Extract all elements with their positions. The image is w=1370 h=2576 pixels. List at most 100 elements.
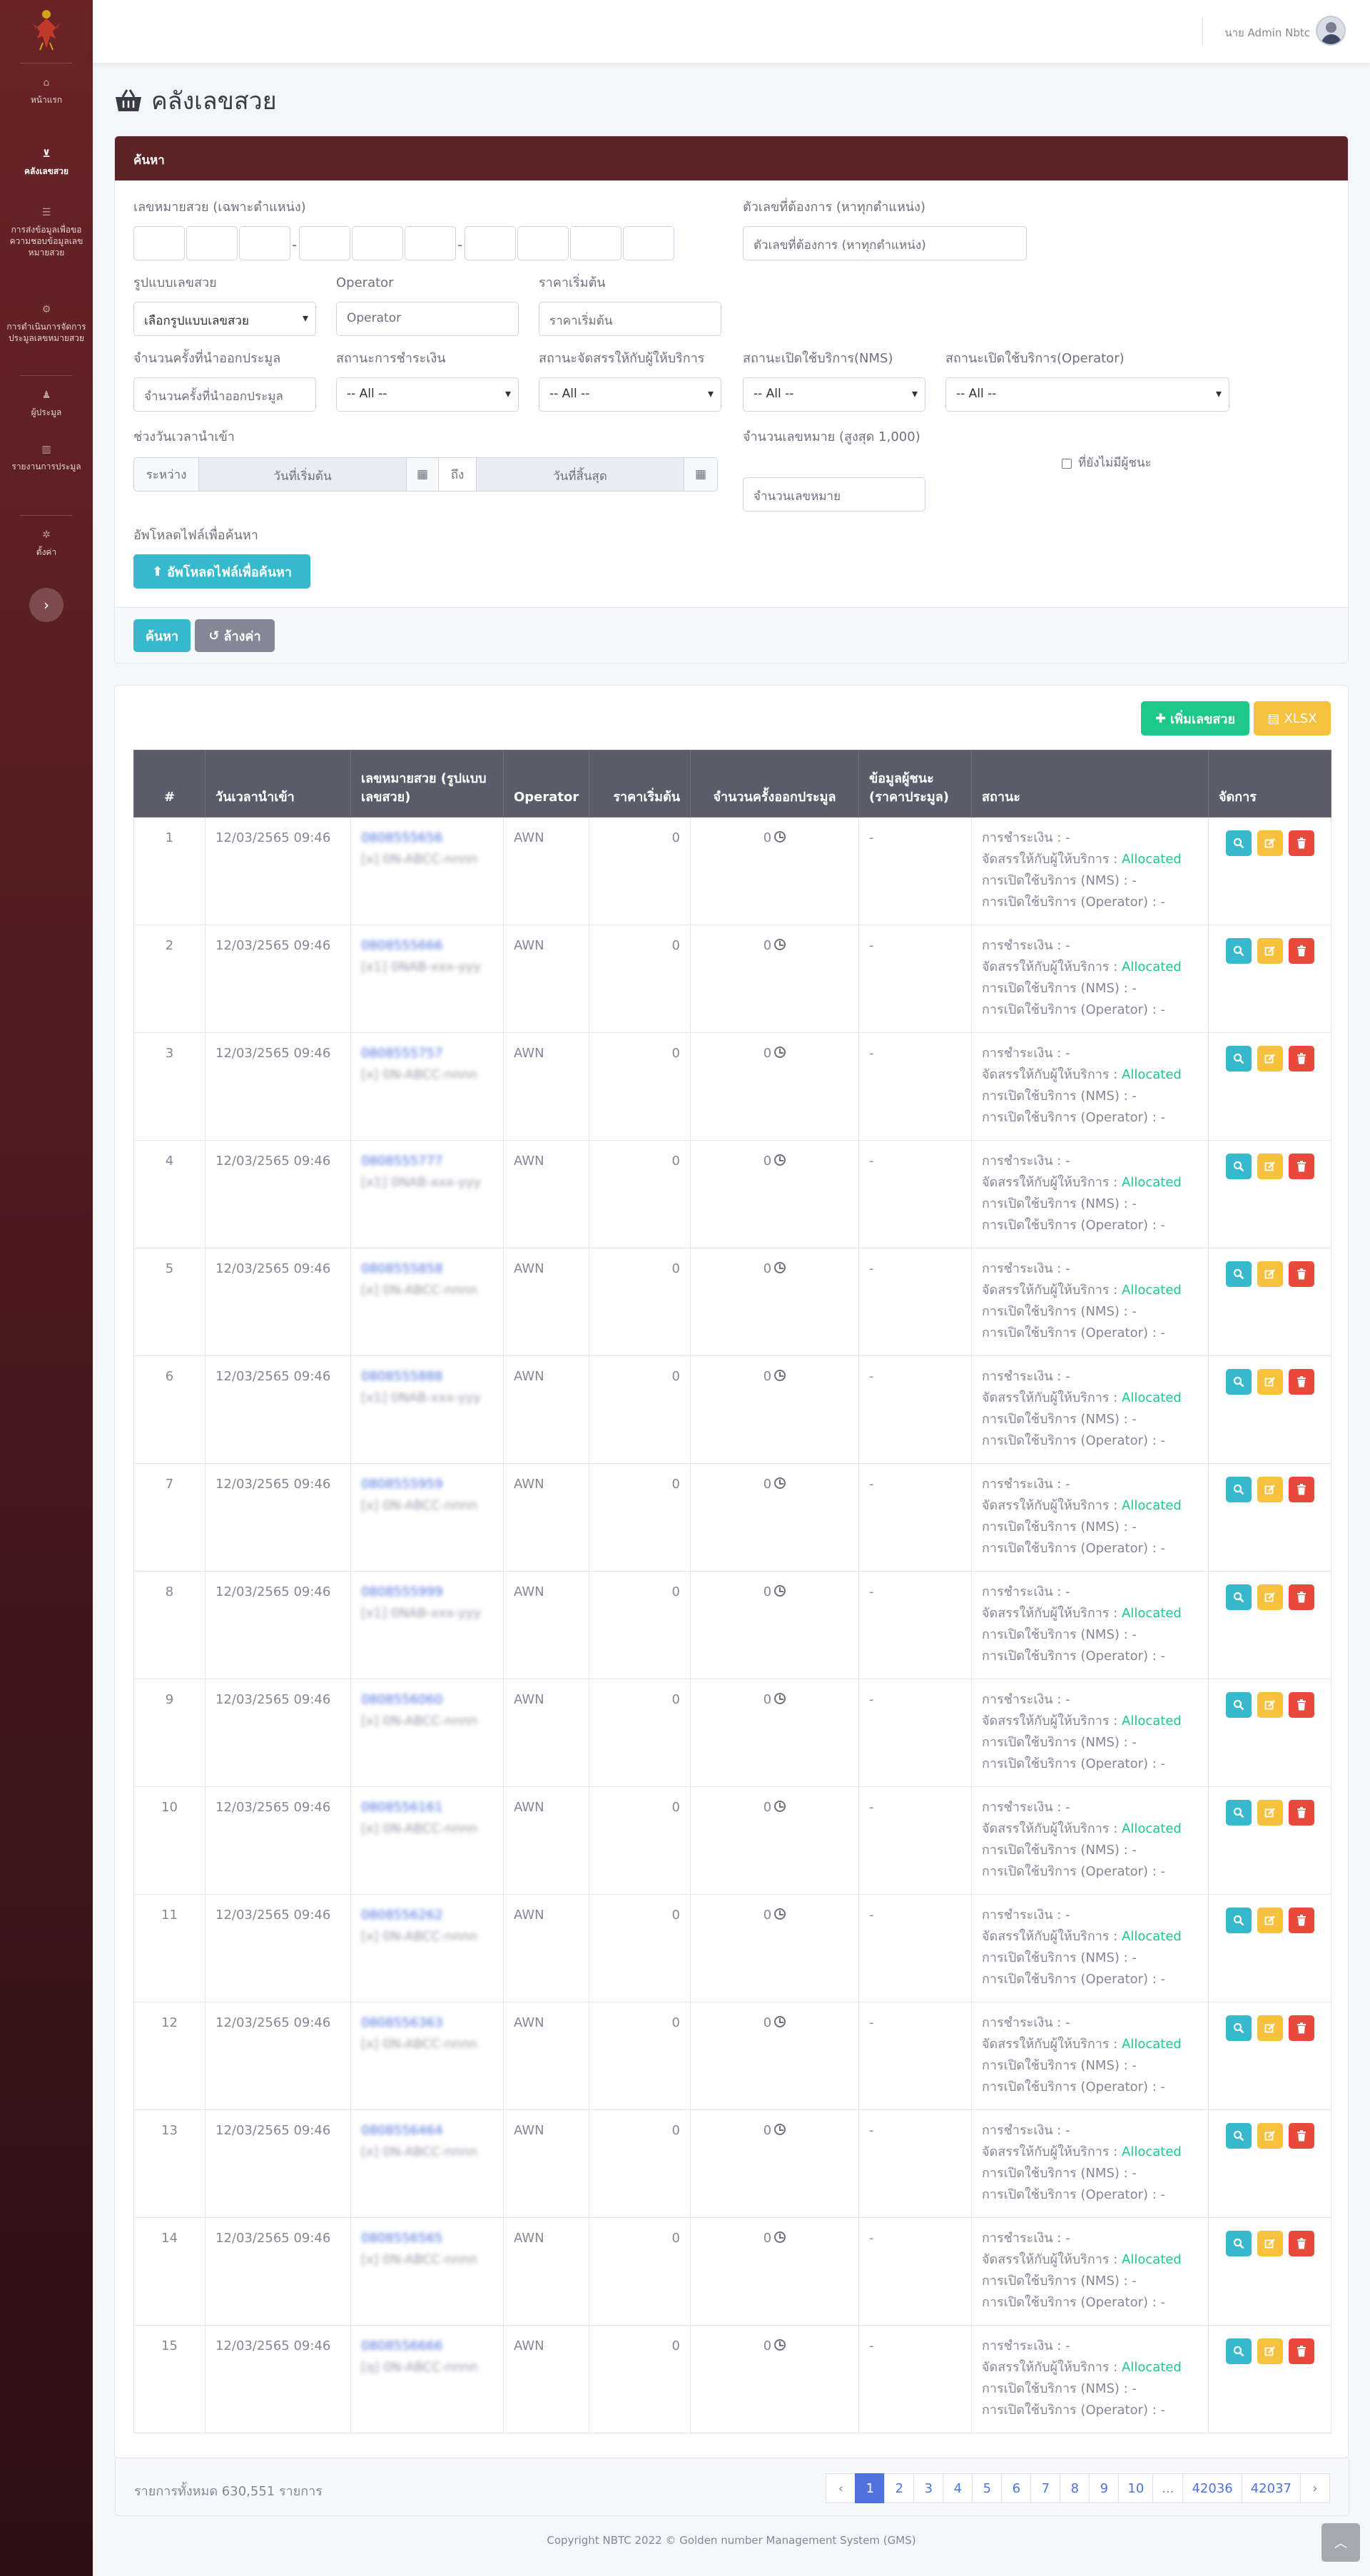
sidebar-item-bidders[interactable]: ♟ ผู้ประมูล bbox=[0, 390, 93, 418]
view-button[interactable] bbox=[1225, 2231, 1252, 2256]
view-button[interactable] bbox=[1225, 1692, 1252, 1718]
number-link[interactable]: 0808556666 bbox=[361, 2336, 493, 2357]
operator-input[interactable]: Operator bbox=[336, 302, 519, 336]
number-link[interactable]: 0808556565 bbox=[361, 2228, 493, 2249]
delete-button[interactable] bbox=[1288, 1692, 1314, 1718]
pagination-page-42037[interactable]: 42037 bbox=[1241, 2473, 1301, 2503]
edit-button[interactable] bbox=[1257, 1369, 1283, 1395]
history-icon[interactable] bbox=[774, 1477, 786, 1489]
quantity-input[interactable]: จำนวนเลขหมาย bbox=[743, 477, 925, 511]
delete-button[interactable] bbox=[1288, 1908, 1314, 1933]
delete-button[interactable] bbox=[1288, 2338, 1314, 2364]
delete-button[interactable] bbox=[1288, 938, 1314, 964]
pagination-page-42036[interactable]: 42036 bbox=[1182, 2473, 1242, 2503]
history-icon[interactable] bbox=[774, 1262, 786, 1273]
sidebar-item-number-bank[interactable]: ⊻ คลังเลขสวย bbox=[0, 148, 93, 177]
number-link[interactable]: 0808555858 bbox=[361, 1258, 493, 1280]
operator-status-select[interactable]: -- All -- bbox=[945, 377, 1229, 412]
number-link[interactable]: 0808556464 bbox=[361, 2120, 493, 2142]
pagination-next[interactable]: › bbox=[1300, 2473, 1330, 2503]
history-icon[interactable] bbox=[774, 1047, 786, 1058]
edit-button[interactable] bbox=[1257, 1261, 1283, 1287]
payment-status-select[interactable]: -- All -- bbox=[336, 377, 519, 412]
number-link[interactable]: 0808556060 bbox=[361, 1689, 493, 1711]
sidebar-item-home[interactable]: ⌂ หน้าแรก bbox=[0, 77, 93, 106]
pagination-page-10[interactable]: 10 bbox=[1118, 2473, 1154, 2503]
header-number[interactable]: เลขหมายสวย (รูปแบบเลขสวย) bbox=[350, 750, 504, 818]
number-link[interactable]: 0808556262 bbox=[361, 1905, 493, 1926]
delete-button[interactable] bbox=[1288, 2231, 1314, 2256]
pagination-page-6[interactable]: 6 bbox=[1001, 2473, 1032, 2503]
digit-input-6[interactable] bbox=[405, 226, 456, 260]
edit-button[interactable] bbox=[1257, 1908, 1283, 1933]
scroll-to-top-button[interactable]: ︿ bbox=[1321, 2523, 1360, 2562]
delete-button[interactable] bbox=[1288, 1477, 1314, 1502]
delete-button[interactable] bbox=[1288, 1154, 1314, 1179]
history-icon[interactable] bbox=[774, 1154, 786, 1166]
header-price[interactable]: ราคาเริ่มต้น bbox=[589, 750, 691, 818]
edit-button[interactable] bbox=[1257, 1692, 1283, 1718]
view-button[interactable] bbox=[1225, 830, 1252, 856]
number-link[interactable]: 0808555959 bbox=[361, 1474, 493, 1495]
history-icon[interactable] bbox=[774, 831, 786, 842]
price-input[interactable]: ราคาเริ่มต้น bbox=[539, 302, 721, 336]
view-button[interactable] bbox=[1225, 1046, 1252, 1071]
delete-button[interactable] bbox=[1288, 1800, 1314, 1826]
times-input[interactable]: จำนวนครั้งที่นำออกประมูล bbox=[133, 377, 316, 412]
header-date[interactable]: วันเวลานำเข้า bbox=[205, 750, 351, 818]
history-icon[interactable] bbox=[774, 1908, 786, 1920]
edit-button[interactable] bbox=[1257, 2231, 1283, 2256]
sidebar-toggle-button[interactable]: › bbox=[29, 588, 64, 622]
upload-file-button[interactable]: ⬆ อัพโหลดไฟล์เพื่อค้นหา bbox=[133, 554, 310, 589]
sidebar-item-settings[interactable]: ✲ ตั้งค่า bbox=[0, 529, 93, 558]
clear-button[interactable]: ↺ ล้างค่า bbox=[195, 619, 275, 652]
digit-input-4[interactable] bbox=[299, 226, 350, 260]
pagination-page-7[interactable]: 7 bbox=[1030, 2473, 1061, 2503]
pagination-page-1[interactable]: 1 bbox=[855, 2473, 886, 2503]
pagination-page-5[interactable]: 5 bbox=[972, 2473, 1003, 2503]
history-icon[interactable] bbox=[774, 2016, 786, 2027]
number-link[interactable]: 0808555999 bbox=[361, 1582, 493, 1603]
view-button[interactable] bbox=[1225, 1154, 1252, 1179]
search-button[interactable]: ค้นหา bbox=[133, 619, 191, 652]
export-xlsx-button[interactable]: ▤ XLSX bbox=[1254, 701, 1331, 735]
pagination-page-8[interactable]: 8 bbox=[1060, 2473, 1090, 2503]
user-name[interactable]: นาย Admin Nbtc bbox=[1224, 24, 1310, 41]
history-icon[interactable] bbox=[774, 2339, 786, 2351]
digit-input-9[interactable] bbox=[570, 226, 621, 260]
sidebar-item-submit-approval[interactable]: ☰ การส่งข้อมูลเพื่อขอความชอบข้อมูลเลขหมา… bbox=[0, 207, 93, 258]
delete-button[interactable] bbox=[1288, 1261, 1314, 1287]
format-select[interactable]: เลือกรูปแบบเลขสวย bbox=[133, 302, 316, 336]
contains-input[interactable]: ตัวเลขที่ต้องการ (หาทุกตำแหน่ง) bbox=[743, 226, 1027, 260]
number-link[interactable]: 0808556161 bbox=[361, 1797, 493, 1818]
edit-button[interactable] bbox=[1257, 1154, 1283, 1179]
delete-button[interactable] bbox=[1288, 1369, 1314, 1395]
digit-input-1[interactable] bbox=[133, 226, 185, 260]
edit-button[interactable] bbox=[1257, 1477, 1283, 1502]
number-link[interactable]: 0808555888 bbox=[361, 1366, 493, 1388]
edit-button[interactable] bbox=[1257, 2123, 1283, 2149]
header-winner[interactable]: ข้อมูลผู้ชนะ (ราคาประมูล) bbox=[858, 750, 972, 818]
edit-button[interactable] bbox=[1257, 1584, 1283, 1610]
delete-button[interactable] bbox=[1288, 1046, 1314, 1071]
sidebar-item-reports[interactable]: ▥ รายงานการประมูล bbox=[0, 444, 93, 472]
history-icon[interactable] bbox=[774, 1370, 786, 1381]
end-date-input[interactable]: วันที่สิ้นสุด bbox=[476, 457, 684, 492]
view-button[interactable] bbox=[1225, 2015, 1252, 2041]
digit-input-8[interactable] bbox=[517, 226, 569, 260]
history-icon[interactable] bbox=[774, 939, 786, 950]
edit-button[interactable] bbox=[1257, 2338, 1283, 2364]
view-button[interactable] bbox=[1225, 1477, 1252, 1502]
history-icon[interactable] bbox=[774, 2231, 786, 2243]
allocate-status-select[interactable]: -- All -- bbox=[539, 377, 721, 412]
pagination-page-3[interactable]: 3 bbox=[913, 2473, 944, 2503]
header-times[interactable]: จำนวนครั้งออกประมูล bbox=[690, 750, 859, 818]
history-icon[interactable] bbox=[774, 1585, 786, 1597]
add-number-button[interactable]: ✚ เพิ่มเลขสวย bbox=[1141, 701, 1249, 735]
history-icon[interactable] bbox=[774, 1801, 786, 1812]
digit-input-5[interactable] bbox=[352, 226, 403, 260]
view-button[interactable] bbox=[1225, 1584, 1252, 1610]
history-icon[interactable] bbox=[774, 1693, 786, 1704]
avatar[interactable] bbox=[1316, 16, 1346, 46]
digit-input-3[interactable] bbox=[239, 226, 290, 260]
